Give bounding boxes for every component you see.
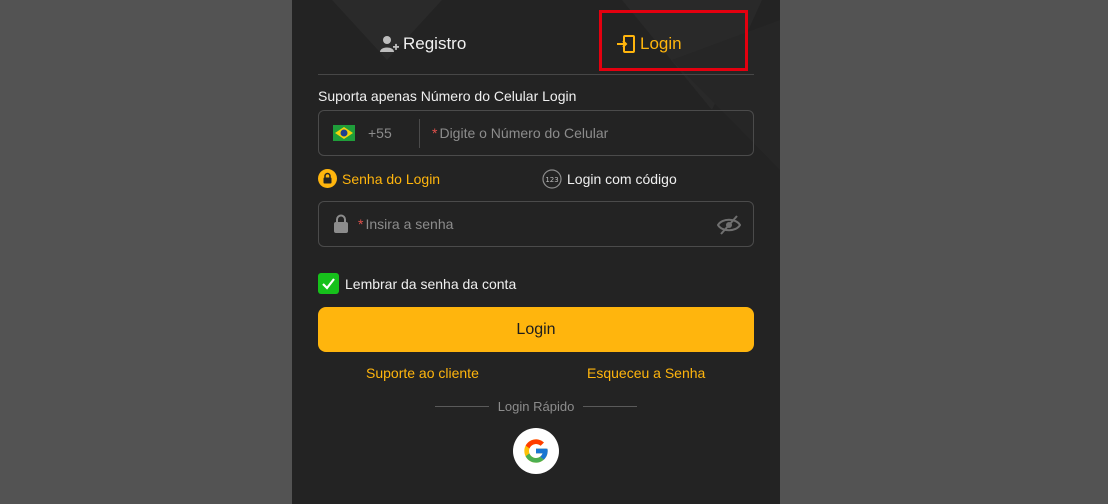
method-password-label: Senha do Login bbox=[342, 170, 441, 187]
lock-icon bbox=[334, 214, 348, 233]
code-icon-text: 123 bbox=[545, 176, 558, 184]
customer-support-link[interactable]: Suporte ao cliente bbox=[366, 365, 479, 381]
password-input[interactable]: * Insira a senha bbox=[358, 216, 453, 232]
add-user-icon bbox=[380, 36, 399, 52]
quick-login-label: Login Rápido bbox=[497, 399, 575, 414]
google-login-button[interactable] bbox=[513, 428, 559, 474]
tab-highlight-box bbox=[599, 10, 748, 71]
login-panel: Registro Login Suporta apenas Número do … bbox=[292, 0, 780, 504]
phone-placeholder: Digite o Número do Celular bbox=[439, 125, 609, 141]
divider-line-left bbox=[435, 406, 489, 407]
remember-password[interactable]: Lembrar da senha da conta bbox=[318, 273, 516, 294]
login-button[interactable]: Login bbox=[318, 307, 754, 352]
forgot-password-link[interactable]: Esqueceu a Senha bbox=[587, 365, 705, 381]
country-code[interactable]: +55 bbox=[368, 125, 392, 141]
divider-line-right bbox=[583, 406, 637, 407]
phone-input[interactable]: * Digite o Número do Celular bbox=[432, 125, 608, 141]
required-mark: * bbox=[432, 125, 438, 141]
brazil-flag-icon[interactable] bbox=[333, 125, 355, 141]
check-icon bbox=[322, 278, 335, 290]
remember-checkbox[interactable] bbox=[318, 273, 339, 294]
field-divider bbox=[419, 119, 420, 148]
code-123-icon: 123 bbox=[542, 169, 562, 189]
eye-hidden-icon[interactable] bbox=[717, 214, 741, 236]
method-code-label: Login com código bbox=[567, 171, 677, 187]
quick-login-divider: Login Rápido bbox=[435, 399, 637, 414]
required-mark: * bbox=[358, 216, 364, 232]
phone-only-hint: Suporta apenas Número do Celular Login bbox=[318, 88, 577, 104]
method-password[interactable]: Senha do Login bbox=[318, 169, 440, 188]
phone-field[interactable]: +55 * Digite o Número do Celular bbox=[318, 110, 754, 156]
remember-label: Lembrar da senha da conta bbox=[345, 275, 517, 292]
tab-register[interactable]: Registro bbox=[379, 34, 466, 54]
password-field[interactable]: * Insira a senha bbox=[318, 201, 754, 247]
google-icon bbox=[524, 439, 548, 463]
lock-circle-icon bbox=[318, 169, 337, 188]
password-placeholder: Insira a senha bbox=[365, 216, 454, 232]
method-code[interactable]: 123 Login com código bbox=[542, 169, 677, 189]
auth-tabs: Registro Login bbox=[318, 0, 754, 75]
tab-register-label: Registro bbox=[403, 34, 467, 53]
